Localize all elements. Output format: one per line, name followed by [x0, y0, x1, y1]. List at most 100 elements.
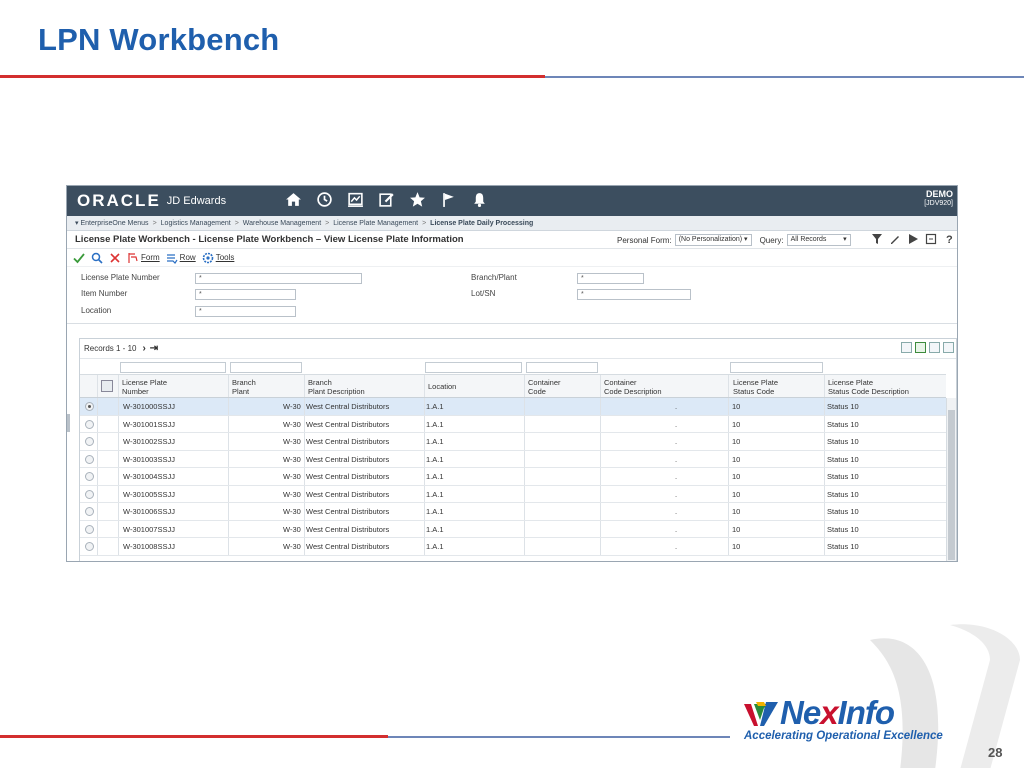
edit-icon[interactable]	[378, 191, 395, 208]
form-header: License Plate Workbench - License Plate …	[67, 231, 957, 249]
save-query-icon[interactable]	[925, 233, 937, 245]
cell-branch-plant: W-30	[283, 454, 301, 464]
row-select-radio[interactable]	[85, 489, 94, 499]
grid-header: License Plate Number Branch Plant Branch Pl…	[80, 374, 946, 398]
top-rule-red	[0, 75, 545, 78]
recent-icon[interactable]	[316, 191, 333, 208]
col-container-code-description[interactable]: Container Code Description	[604, 378, 662, 396]
nexinfo-mark-icon	[744, 702, 778, 726]
cell-branch-plant-description: West Central Distributors	[306, 437, 390, 446]
lot-sn-input[interactable]: *	[577, 289, 691, 300]
home-icon[interactable]	[285, 191, 302, 208]
item-number-label: Item Number	[81, 289, 128, 298]
col-branch-plant-description[interactable]: Branch Plant Description	[308, 378, 365, 396]
nav-icons	[285, 191, 488, 208]
cell-license-plate-status-description: Status 10	[827, 542, 859, 551]
find-search-icon[interactable]	[91, 252, 103, 264]
col-license-plate-status-code[interactable]: License Plate Status Code	[733, 378, 778, 396]
row-select-radio[interactable]	[85, 402, 94, 411]
grid-maximize-icon[interactable]	[943, 342, 954, 353]
item-number-input[interactable]: *	[195, 289, 296, 300]
tools-menu[interactable]: Tools	[202, 252, 234, 264]
breadcrumb-item[interactable]: Warehouse Management	[243, 220, 321, 227]
cell-branch-plant: W-30	[283, 472, 301, 481]
qbe-branch-plant[interactable]	[230, 362, 302, 373]
edit-query-icon[interactable]	[889, 233, 901, 245]
cell-branch-plant: W-30	[283, 419, 301, 429]
flag-icon[interactable]	[440, 191, 457, 208]
cell-branch-plant: W-30	[283, 489, 301, 499]
favorites-star-icon[interactable]	[409, 191, 426, 208]
dashboard-icon[interactable]	[347, 191, 364, 208]
row-select-radio[interactable]	[85, 542, 94, 551]
row-select-radio[interactable]	[85, 507, 94, 516]
location-input[interactable]: *	[195, 306, 296, 317]
cell-branch-plant: W-30	[283, 542, 301, 551]
col-location[interactable]: Location	[428, 382, 456, 391]
run-query-icon[interactable]	[907, 233, 919, 245]
col-license-plate-status-description[interactable]: License Plate Status Code Description	[828, 378, 909, 396]
cell-container-code-description: .	[675, 507, 678, 516]
ok-check-icon[interactable]	[73, 252, 85, 264]
table-row[interactable]: W-301003SSJJ W-30 West Central Distributor…	[80, 450, 946, 468]
filter-icon[interactable]	[871, 233, 883, 245]
row-select-radio[interactable]	[85, 524, 94, 534]
qbe-location[interactable]	[425, 362, 522, 373]
close-x-icon[interactable]	[109, 252, 121, 264]
grid-scroll-thumb[interactable]	[948, 410, 955, 560]
table-row[interactable]: W-301001SSJJ W-30 West Central Distributor…	[80, 415, 946, 433]
grid-select-all-icon[interactable]	[101, 380, 113, 392]
row-select-radio[interactable]	[85, 419, 94, 429]
cell-license-plate-number: W-301007SSJJ	[123, 524, 175, 534]
breadcrumb-item[interactable]: EnterpriseOne Menus	[80, 220, 148, 227]
table-row[interactable]: W-301005SSJJ W-30 West Central Distributor…	[80, 485, 946, 503]
table-row[interactable]: W-301002SSJJ W-30 West Central Distributor…	[80, 433, 946, 451]
side-collapse-handle[interactable]	[67, 414, 70, 432]
breadcrumb-item[interactable]: License Plate Management	[333, 220, 418, 227]
table-row[interactable]: W-301004SSJJ W-30 West Central Distributor…	[80, 468, 946, 486]
form-menu[interactable]: Form	[127, 252, 160, 264]
query-select[interactable]: All Records ▾	[786, 234, 851, 246]
table-row[interactable]: W-301007SSJJ W-30 West Central Distributor…	[80, 520, 946, 538]
license-plate-number-label: License Plate Number	[81, 273, 160, 282]
table-row[interactable]: W-301006SSJJ W-30 West Central Distributor…	[80, 503, 946, 521]
table-row[interactable]: W-301000SSJJ W-30 West Central Distributor…	[80, 398, 946, 416]
col-branch-plant[interactable]: Branch Plant	[232, 378, 256, 396]
cell-branch-plant-description: West Central Distributors	[306, 542, 390, 551]
cell-container-code-description: .	[675, 489, 678, 499]
branch-plant-input[interactable]: *	[577, 273, 644, 284]
table-row[interactable]: W-301008SSJJ W-30 West Central Distributor…	[80, 538, 946, 556]
row-select-radio[interactable]	[85, 472, 94, 481]
row-select-radio[interactable]	[85, 454, 94, 464]
cell-license-plate-number: W-301001SSJJ	[123, 419, 175, 429]
cell-license-plate-status-code: 10	[732, 542, 741, 551]
grid-vertical-scrollbar[interactable]	[946, 398, 956, 561]
qbe-license-plate-number[interactable]	[120, 362, 226, 373]
col-container-code[interactable]: Container Code	[528, 378, 561, 396]
environment-badge[interactable]: DEMO [JDV920]	[924, 190, 953, 208]
col-license-plate-number[interactable]: License Plate Number	[122, 378, 167, 396]
help-icon[interactable]: ?	[943, 233, 955, 245]
next-page-icon[interactable]: ›⇥	[142, 343, 162, 354]
license-plate-number-input[interactable]: *	[195, 273, 362, 284]
grid-export-excel-icon[interactable]	[915, 342, 926, 353]
personal-form-label: Personal Form:	[617, 235, 672, 245]
grid-personalize-icon[interactable]	[901, 342, 912, 353]
cell-license-plate-status-description: Status 10	[827, 402, 859, 411]
cell-license-plate-status-description: Status 10	[827, 419, 859, 429]
cell-branch-plant: W-30	[283, 507, 301, 516]
qbe-container-code[interactable]	[526, 362, 598, 373]
cell-license-plate-number: W-301003SSJJ	[123, 454, 175, 464]
query-label: Query:	[759, 235, 784, 245]
qbe-status-code[interactable]	[730, 362, 823, 373]
breadcrumb-item[interactable]: Logistics Management	[161, 220, 231, 227]
bell-icon[interactable]	[471, 191, 488, 208]
cell-license-plate-number: W-301002SSJJ	[123, 437, 175, 446]
cell-license-plate-number: W-301008SSJJ	[123, 542, 175, 551]
personal-form-select[interactable]: (No Personalization) ▾	[674, 234, 752, 246]
row-menu[interactable]: Row	[166, 252, 196, 264]
grid-upload-icon[interactable]	[929, 342, 940, 353]
row-select-radio[interactable]	[85, 437, 94, 446]
cell-location: 1.A.1	[426, 402, 444, 411]
form-toolbar: Form Row Tools	[67, 249, 957, 266]
